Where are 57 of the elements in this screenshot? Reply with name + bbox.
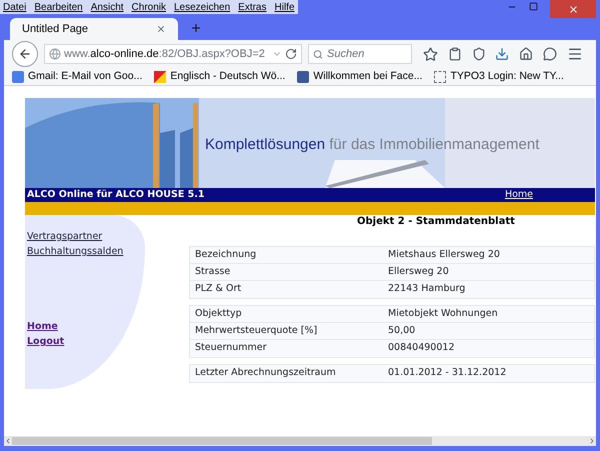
menu-item[interactable]: Lesezeichen <box>174 0 230 14</box>
menu-item[interactable]: Chronik <box>132 0 166 14</box>
table-cell-text: PLZ & Ort <box>194 282 242 296</box>
menu-icon[interactable] <box>566 46 583 62</box>
table-cell-text: Objekttyp <box>194 306 243 321</box>
scrollbar-thumb[interactable] <box>12 437 432 445</box>
sidebar-link[interactable]: Logout <box>27 334 64 349</box>
page-icon <box>434 70 446 82</box>
bookmark-star-icon[interactable] <box>422 46 438 62</box>
table-cell-text: Mietobjekt Wohnungen <box>388 306 498 321</box>
url-text: www.alco-online.de:82/OBJ.aspx?OBJ=2 <box>64 46 265 62</box>
menu-item[interactable]: Extras <box>238 0 266 14</box>
table-cell-text: 00840490012 <box>388 341 454 356</box>
browser-tab[interactable]: Untitled Page <box>10 18 178 40</box>
app-title: ALCO Online für ALCO HOUSE 5.1 <box>27 188 204 202</box>
reload-icon[interactable] <box>285 48 297 60</box>
table-cell-text: Letzter Abrechnungszeitraum <box>194 366 337 380</box>
bookmark-link[interactable]: Englisch - Deutsch Wö... <box>170 68 286 84</box>
back-button[interactable] <box>12 41 38 67</box>
menu-item[interactable]: Datei <box>3 0 26 14</box>
close-tab-icon[interactable] <box>156 24 166 34</box>
table-cell-text: 01.01.2012 - 31.12.2012 <box>388 366 506 380</box>
scroll-left-icon[interactable] <box>4 437 12 445</box>
chat-icon[interactable] <box>543 47 558 61</box>
flag-icon <box>154 70 166 82</box>
home-icon[interactable] <box>519 47 534 61</box>
banner-slogan: Komplettlösungen für das Immobilienmanagement <box>205 136 540 153</box>
scroll-right-icon[interactable] <box>588 437 596 445</box>
table-cell-text: Steuernummer <box>194 341 268 356</box>
globe-icon <box>49 48 61 60</box>
search-field[interactable]: Suchen <box>308 44 412 64</box>
bookmark-link[interactable]: Willkommen bei Face... <box>313 68 422 84</box>
bookmark-link[interactable]: TYPO3 Login: New TY... <box>450 68 564 84</box>
menu-item[interactable]: Ansicht <box>90 0 124 14</box>
table-cell-text: Bezeichnung <box>194 248 258 262</box>
table-cell-text: Mietshaus Ellersweg 20 <box>388 248 500 262</box>
search-input[interactable]: Suchen <box>327 46 407 62</box>
table-cell-text: 50,00 <box>388 324 416 338</box>
download-icon[interactable] <box>495 47 510 61</box>
bookmark-link[interactable]: Gmail: E-Mail von Goo... <box>28 68 142 84</box>
table-cell-text: Mehrwertsteuerquote [%] <box>194 324 318 338</box>
table-cell-text: 22143 Hamburg <box>388 282 466 296</box>
new-tab-icon[interactable] <box>190 22 202 34</box>
table-cell-text: Ellersweg 20 <box>388 264 449 279</box>
menu-item[interactable]: Hilfe <box>274 0 295 14</box>
search-icon <box>313 48 323 60</box>
home-link[interactable]: Home <box>504 188 533 202</box>
reading-list-icon[interactable] <box>448 47 462 61</box>
maximize-icon[interactable] <box>529 2 538 11</box>
page-title: Objekt 2 - Stammdatenblatt <box>356 215 516 229</box>
menu-item[interactable]: Bearbeiten <box>34 0 83 14</box>
close-icon <box>568 4 578 14</box>
table-cell-text: Strasse <box>194 264 232 279</box>
sidebar-link[interactable]: Home <box>27 319 58 334</box>
address-field[interactable]: www.alco-online.de:82/OBJ.aspx?OBJ=2 <box>44 44 302 64</box>
sidebar-link[interactable]: Buchhaltungssalden <box>27 244 124 259</box>
sidebar-link[interactable]: Vertragspartner <box>27 229 102 244</box>
